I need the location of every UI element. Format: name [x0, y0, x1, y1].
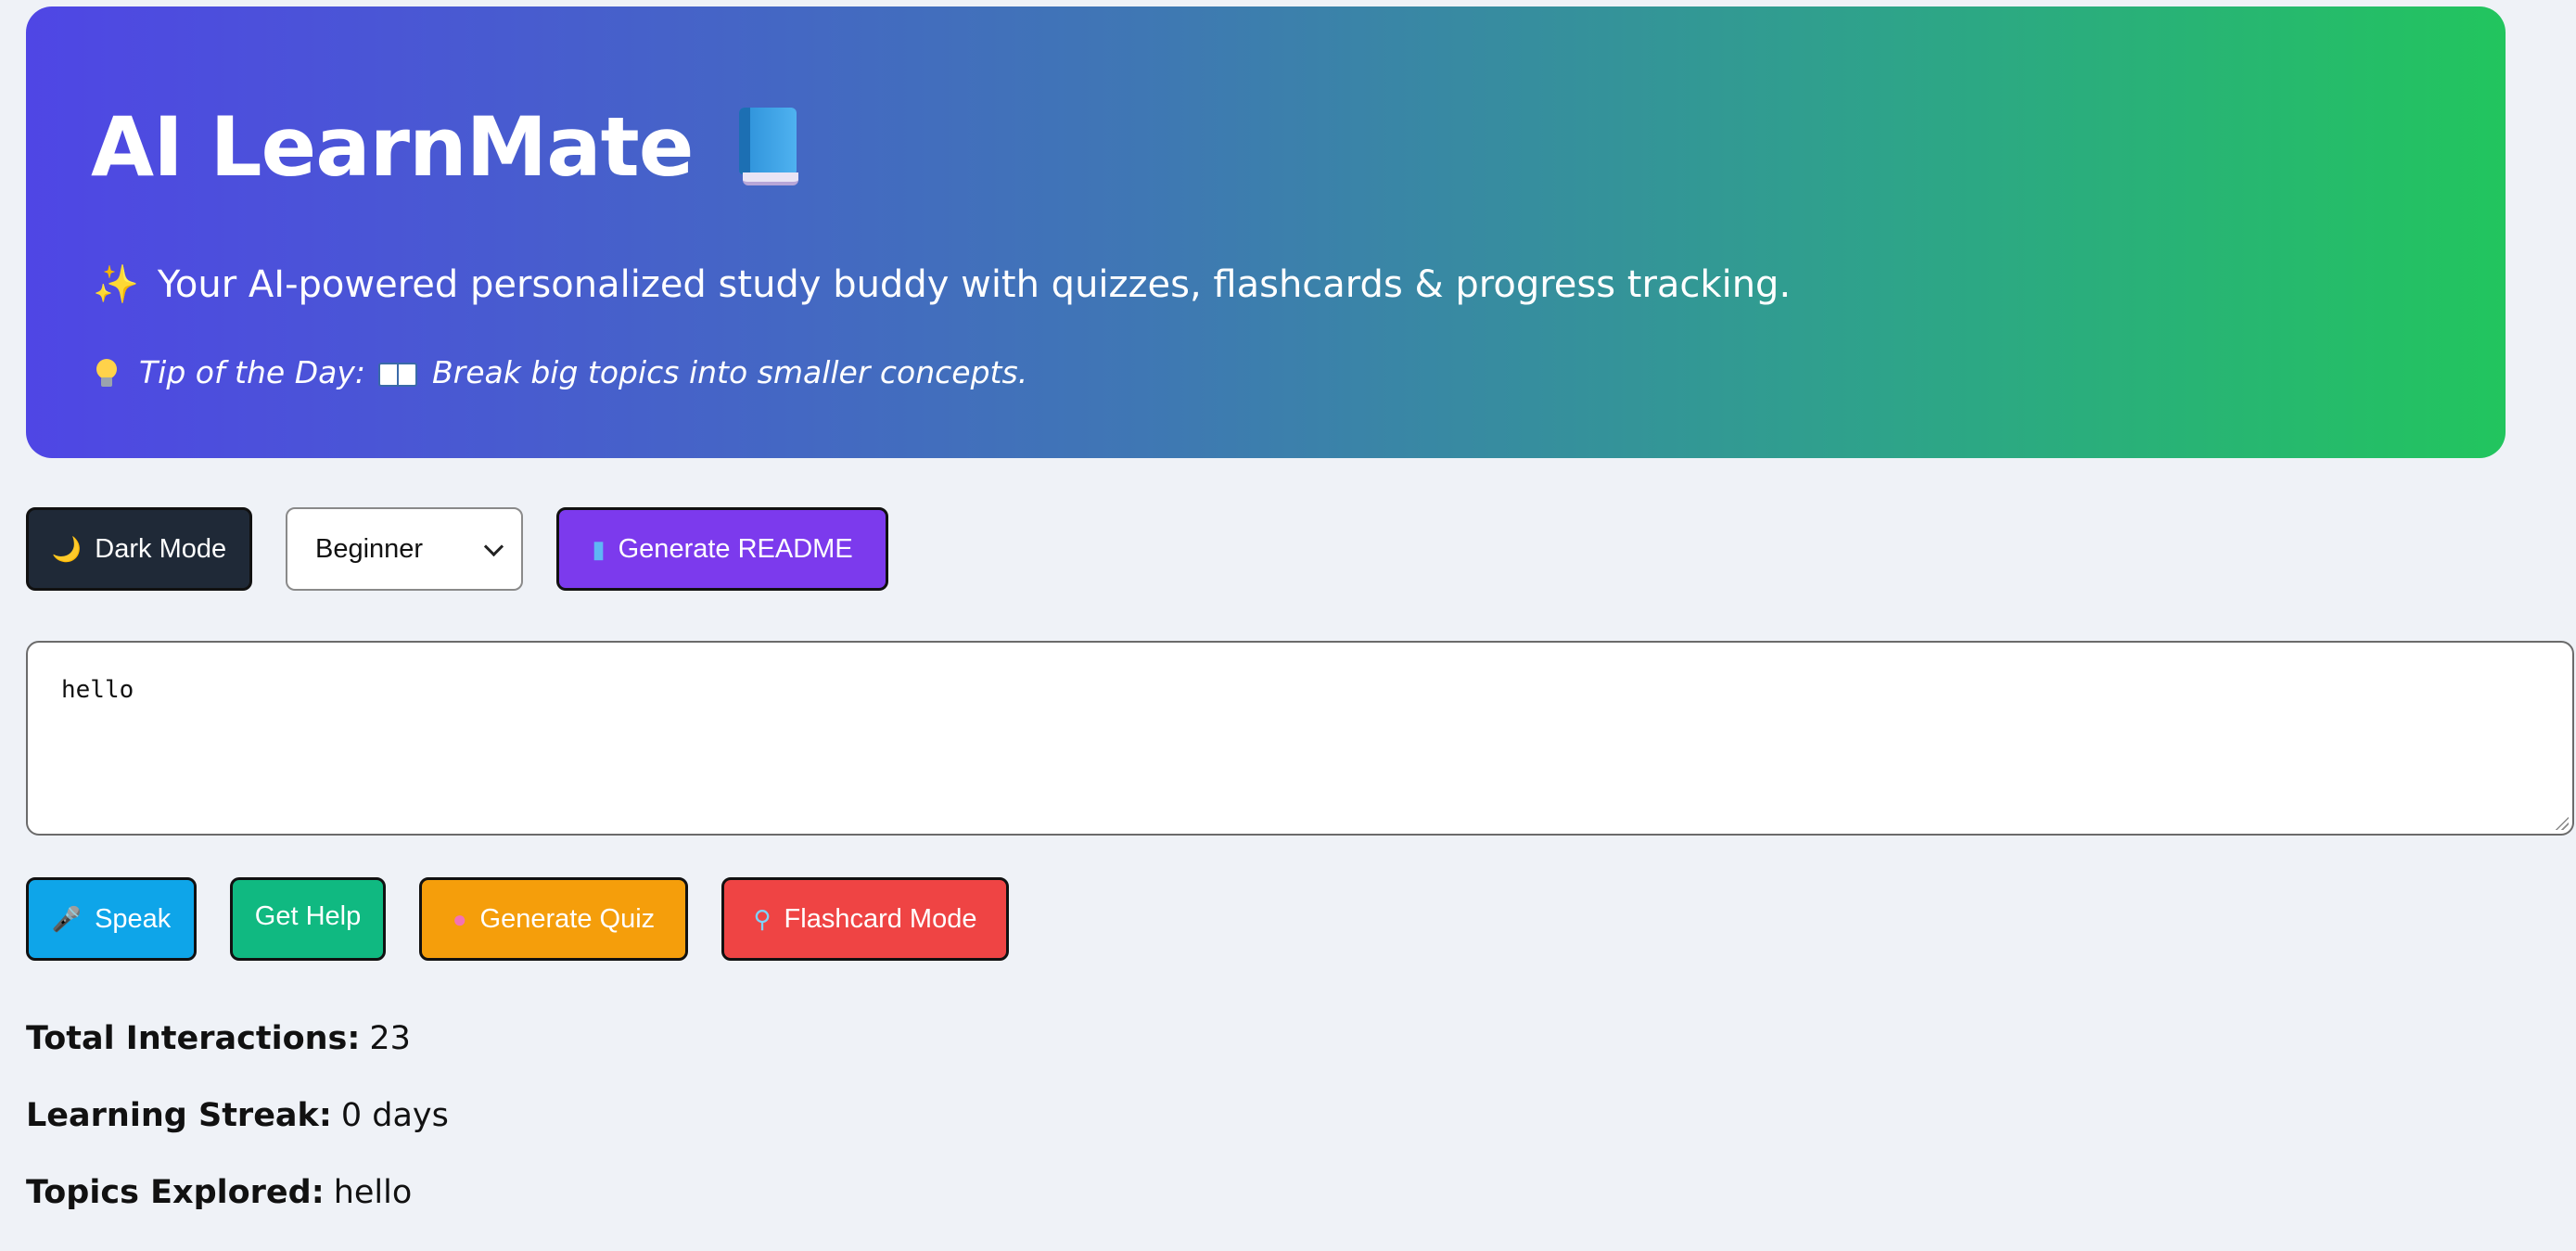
stat-value: hello — [333, 1174, 413, 1211]
level-select[interactable]: Beginner — [286, 507, 523, 591]
controls-row: 🌙 Dark Mode Beginner ▮ Generate README — [26, 507, 888, 591]
stat-topics-explored: Topics Explored: hello — [26, 1174, 449, 1251]
progress-stats: Total Interactions: 23 Learning Streak: … — [26, 1020, 449, 1251]
flashcard-icon: ⚲ — [753, 904, 772, 933]
stat-value: 0 days — [340, 1097, 449, 1134]
page-title: AI LearnMate — [91, 99, 800, 195]
hero-banner: AI LearnMate ✨ Your AI-powered personali… — [26, 6, 2506, 458]
dark-mode-label: Dark Mode — [95, 533, 227, 564]
stat-label: Total Interactions: — [26, 1020, 361, 1057]
stat-label: Topics Explored: — [26, 1174, 325, 1211]
hero-subtitle-text: Your AI-powered personalized study buddy… — [157, 262, 1792, 306]
generate-quiz-label: Generate Quiz — [479, 903, 656, 934]
tip-label: Tip of the Day: — [139, 354, 365, 390]
crescent-moon-icon: 🌙 — [51, 534, 83, 563]
resize-handle[interactable] — [2554, 815, 2569, 830]
hero-subtitle: ✨ Your AI-powered personalized study bud… — [93, 262, 1792, 307]
brain-icon: ● — [452, 904, 467, 933]
chevron-down-icon — [483, 536, 504, 556]
dark-mode-button[interactable]: 🌙 Dark Mode — [26, 507, 252, 591]
flashcard-mode-label: Flashcard Mode — [784, 903, 977, 934]
prompt-textarea[interactable]: hello — [26, 641, 2574, 836]
microphone-icon: 🎤 — [51, 904, 83, 933]
stat-total-interactions: Total Interactions: 23 — [26, 1020, 449, 1097]
stat-label: Learning Streak: — [26, 1097, 332, 1134]
generate-readme-label: Generate README — [618, 533, 853, 564]
flashcard-mode-button[interactable]: ⚲ Flashcard Mode — [721, 877, 1009, 961]
level-select-value: Beginner — [315, 533, 424, 564]
speak-label: Speak — [95, 903, 172, 934]
sparkles-icon: ✨ — [93, 263, 139, 306]
book-icon: ▮ — [592, 534, 606, 563]
book-icon — [733, 107, 800, 187]
get-help-label: Get Help — [254, 900, 362, 931]
prompt-text: hello — [61, 676, 134, 704]
stat-value: 23 — [369, 1020, 411, 1057]
tip-text: Break big topics into smaller concepts. — [432, 354, 1028, 390]
speak-button[interactable]: 🎤 Speak — [26, 877, 197, 961]
page-title-text: AI LearnMate — [91, 99, 694, 195]
get-help-button[interactable]: Get Help — [230, 877, 386, 961]
generate-quiz-button[interactable]: ● Generate Quiz — [419, 877, 688, 961]
actions-row: 🎤 Speak Get Help ● Generate Quiz ⚲ Flash… — [26, 877, 1009, 961]
lightbulb-icon — [96, 358, 117, 387]
tip-of-the-day: Tip of the Day: Break big topics into sm… — [96, 354, 1027, 390]
stat-learning-streak: Learning Streak: 0 days — [26, 1097, 449, 1174]
generate-readme-button[interactable]: ▮ Generate README — [556, 507, 888, 591]
open-book-icon — [378, 361, 417, 387]
